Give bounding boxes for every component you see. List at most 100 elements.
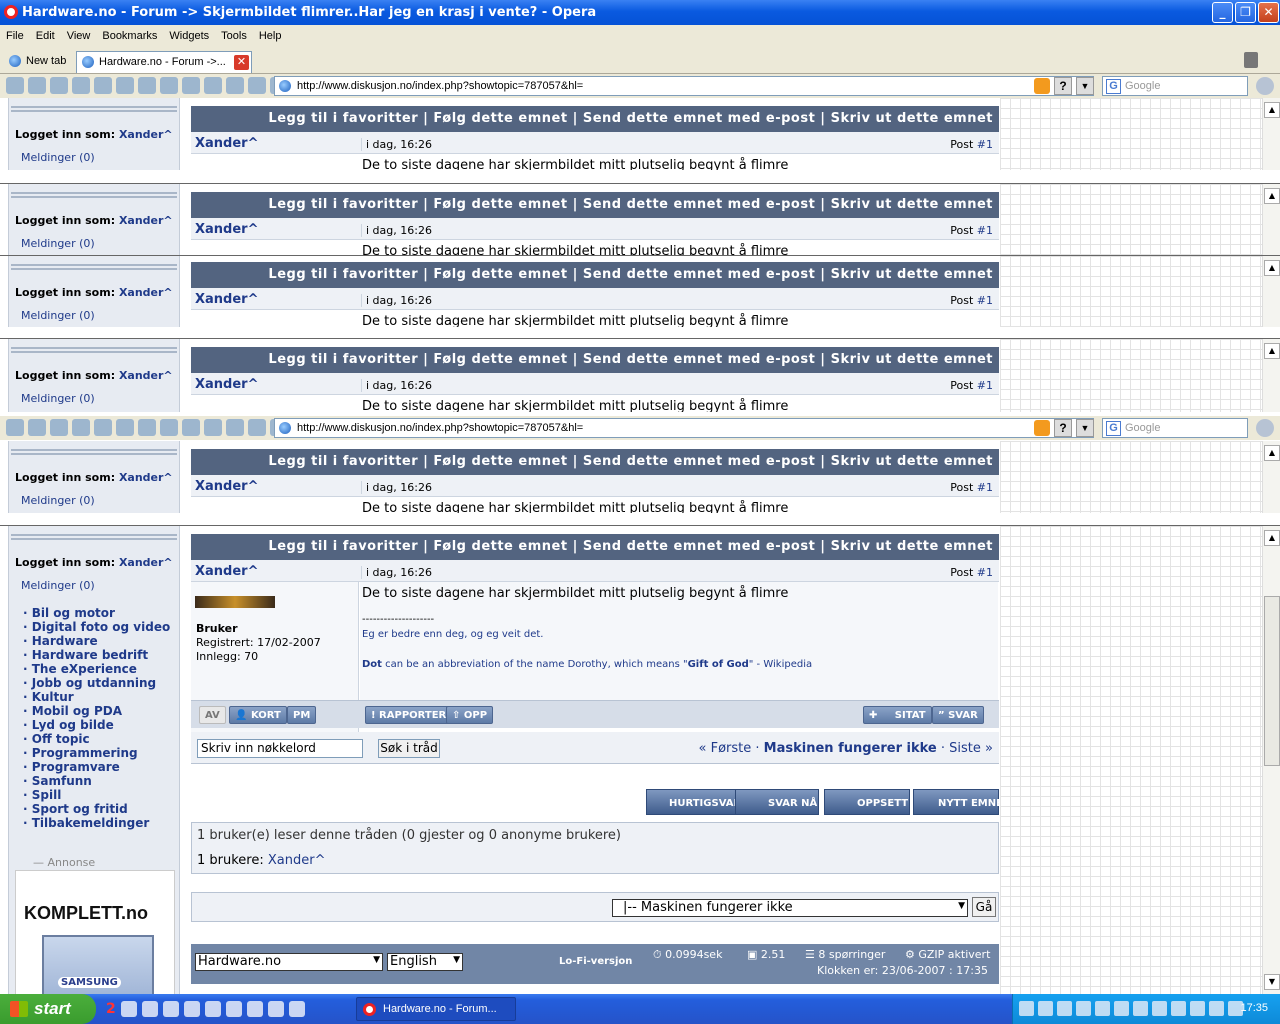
rapporter-button[interactable]: ! RAPPORTER	[365, 706, 453, 724]
start-button[interactable]: start	[0, 994, 96, 1024]
undo-icon[interactable]	[94, 419, 112, 436]
bookmark-icon[interactable]	[138, 419, 156, 436]
mail-icon[interactable]	[1095, 1001, 1110, 1016]
scroll-thumb[interactable]	[1264, 596, 1280, 766]
category-link[interactable]: · Sport og fritid	[23, 802, 170, 816]
back-icon[interactable]	[6, 77, 24, 94]
notes-icon[interactable]	[226, 77, 244, 94]
sitat-button[interactable]: ✚ SITAT	[863, 706, 932, 724]
scroll-up-icon[interactable]: ▲	[1264, 188, 1280, 204]
topic-actions[interactable]: Legg til i favoritter | Følg dette emnet…	[191, 449, 999, 475]
category-link[interactable]: · Bil og motor	[23, 606, 170, 620]
search-thread-button[interactable]: Søk i tråd	[378, 739, 440, 758]
bookmark-icon[interactable]	[204, 419, 222, 436]
menu-file[interactable]: File	[0, 25, 30, 42]
category-link[interactable]: · Samfunn	[23, 774, 170, 788]
last-link[interactable]: Siste »	[949, 741, 993, 756]
messages-link[interactable]: Meldinger (0)	[21, 237, 179, 250]
app-icon[interactable]	[183, 1001, 200, 1017]
bookmark-icon[interactable]	[182, 419, 200, 436]
reload-icon[interactable]	[72, 419, 90, 436]
post-author[interactable]: Xander^	[195, 377, 258, 392]
post-author[interactable]: Xander^	[195, 136, 258, 151]
reader-user-link[interactable]: Xander^	[268, 853, 326, 868]
tab-hardware-forum[interactable]: Hardware.no - Forum ->... ✕	[76, 51, 252, 73]
app-icon[interactable]	[162, 1001, 179, 1017]
username-link[interactable]: Xander^	[119, 556, 173, 569]
username-link[interactable]: Xander^	[119, 369, 173, 382]
tab-close-icon[interactable]: ✕	[234, 55, 249, 70]
opera-menu-icon[interactable]	[1256, 77, 1274, 95]
scrollbar[interactable]: ▲	[1262, 184, 1280, 255]
opp-button[interactable]: ⇧ OPP	[446, 706, 494, 724]
home-icon[interactable]	[28, 419, 46, 436]
help-icon[interactable]: ?	[1054, 419, 1072, 437]
scroll-up-icon[interactable]: ▲	[1264, 343, 1280, 359]
tray-icon[interactable]	[1057, 1001, 1072, 1016]
topic-actions[interactable]: Legg til i favoritter | Følg dette emnet…	[191, 192, 999, 218]
uio-icon[interactable]	[116, 77, 134, 94]
address-field[interactable]: http://www.diskusjon.no/index.php?showto…	[274, 418, 1094, 438]
av-button[interactable]: AV	[199, 706, 226, 724]
messages-link[interactable]: Meldinger (0)	[21, 579, 179, 592]
scrollbar[interactable]: ▲	[1262, 98, 1280, 170]
trash-icon[interactable]	[1244, 52, 1258, 68]
notes-icon[interactable]	[226, 419, 244, 436]
search-field[interactable]: G Google	[1102, 418, 1248, 438]
scrollbar[interactable]: ▲	[1262, 441, 1280, 513]
tray-icon[interactable]	[1190, 1001, 1205, 1016]
scroll-up-icon[interactable]: ▲	[1264, 530, 1280, 546]
help-icon[interactable]: ?	[1054, 77, 1072, 95]
tray-icon[interactable]	[1019, 1001, 1034, 1016]
post-author[interactable]: Xander^	[195, 292, 258, 307]
category-link[interactable]: · Off topic	[23, 732, 170, 746]
dropdown-icon[interactable]: ▼	[1076, 77, 1094, 95]
tray-icon[interactable]	[1209, 1001, 1224, 1016]
bookmark-icon[interactable]	[138, 77, 156, 94]
menu-bookmarks[interactable]: Bookmarks	[96, 25, 163, 42]
category-link[interactable]: · Programmering	[23, 746, 170, 760]
ie-icon[interactable]	[225, 1001, 242, 1017]
messages-link[interactable]: Meldinger (0)	[21, 392, 179, 405]
category-link[interactable]: · Jobb og utdanning	[23, 676, 170, 690]
messages-link[interactable]: Meldinger (0)	[21, 494, 179, 507]
topic-actions[interactable]: Legg til i favoritter | Følg dette emnet…	[191, 262, 999, 288]
reload-icon[interactable]	[72, 77, 90, 94]
bookmark-icon[interactable]	[182, 77, 200, 94]
username-link[interactable]: Xander^	[119, 128, 173, 141]
category-link[interactable]: · Programvare	[23, 760, 170, 774]
language-select[interactable]: English ▼	[387, 953, 463, 971]
username-link[interactable]: Xander^	[119, 471, 173, 484]
category-link[interactable]: · Lyd og bilde	[23, 718, 170, 732]
scrollbar[interactable]: ▲	[1262, 339, 1280, 412]
category-link[interactable]: · Digital foto og video	[23, 620, 170, 634]
undo-icon[interactable]	[94, 77, 112, 94]
category-link[interactable]: · Tilbakemeldinger	[23, 816, 170, 830]
uio-icon[interactable]	[116, 419, 134, 436]
pm-button[interactable]: PM	[287, 706, 317, 724]
reply-now-button[interactable]: SVAR NÅ	[735, 789, 819, 815]
site-select[interactable]: Hardware.no ▼	[195, 953, 383, 971]
svar-button[interactable]: ” SVAR	[932, 706, 984, 724]
username-link[interactable]: Xander^	[119, 214, 173, 227]
app-icon[interactable]	[288, 1001, 305, 1017]
menu-help[interactable]: Help	[253, 25, 288, 42]
scroll-up-icon[interactable]: ▲	[1264, 102, 1280, 118]
category-link[interactable]: · Hardware bedrift	[23, 648, 170, 662]
forward-icon[interactable]	[50, 419, 68, 436]
menu-widgets[interactable]: Widgets	[163, 25, 215, 42]
new-topic-button[interactable]: NYTT EMNE	[913, 789, 1003, 815]
scroll-up-icon[interactable]: ▲	[1264, 260, 1280, 276]
menu-tools[interactable]: Tools	[215, 25, 253, 42]
home-icon[interactable]	[28, 77, 46, 94]
search-field[interactable]: G Google	[1102, 76, 1248, 96]
messages-link[interactable]: Meldinger (0)	[21, 309, 179, 322]
topic-actions[interactable]: Legg til i favoritter | Følg dette emnet…	[191, 347, 999, 373]
keyword-input[interactable]: Skriv inn nøkkelord	[197, 739, 363, 758]
messages-link[interactable]: Meldinger (0)	[21, 151, 179, 164]
menu-edit[interactable]: Edit	[30, 25, 61, 42]
topic-actions[interactable]: Legg til i favoritter | Følg dette emnet…	[191, 534, 999, 560]
scroll-down-icon[interactable]: ▼	[1264, 974, 1280, 990]
kort-button[interactable]: 👤 KORT	[229, 706, 287, 724]
maximize-button[interactable]: ❐	[1235, 2, 1256, 23]
